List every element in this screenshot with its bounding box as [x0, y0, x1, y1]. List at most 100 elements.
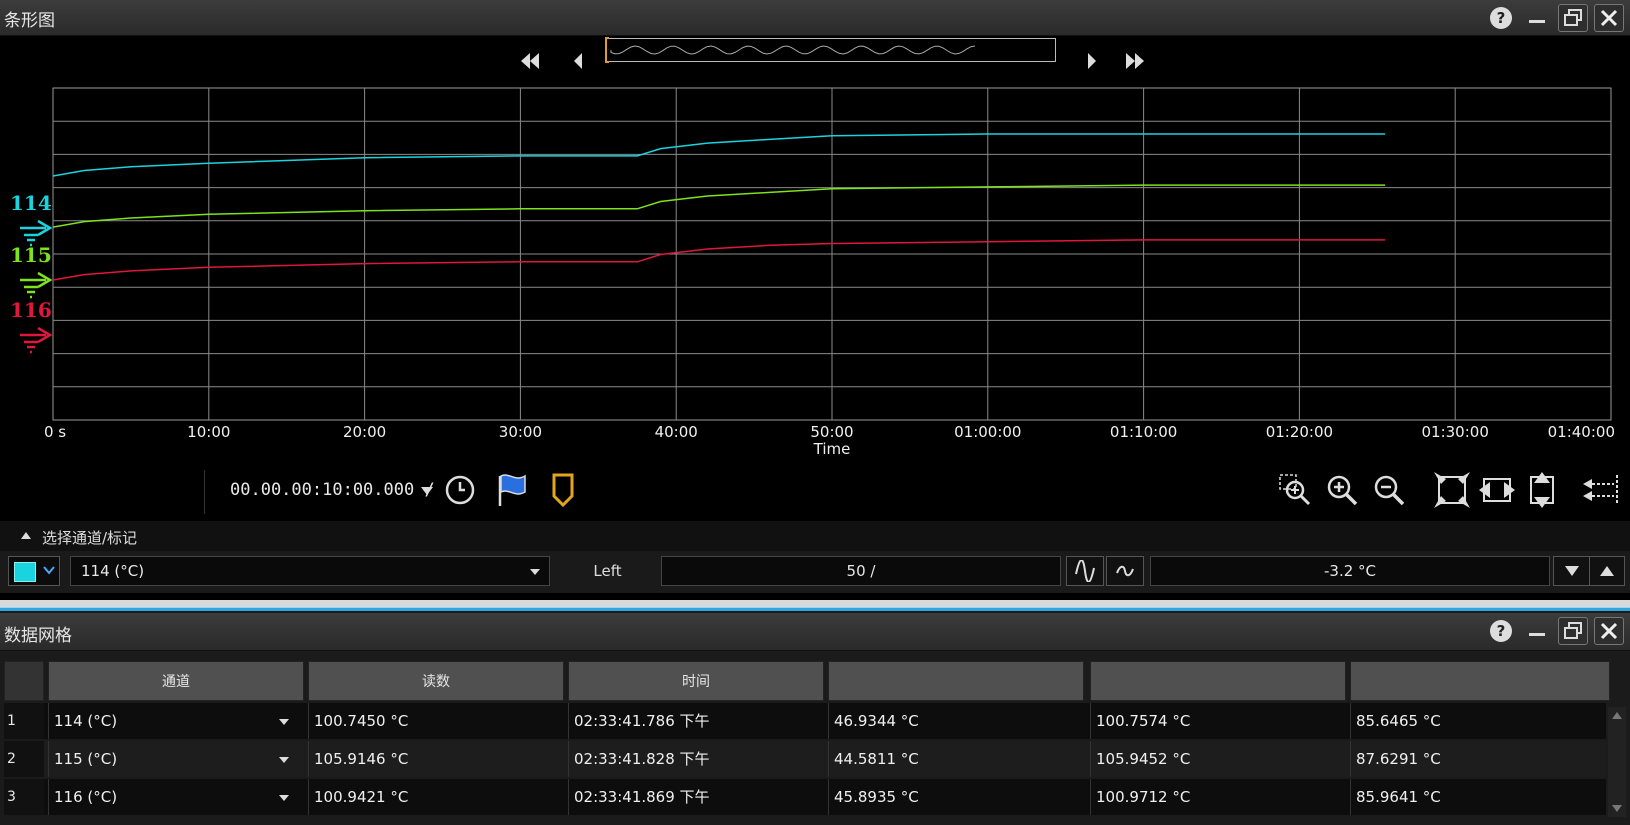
- column-header-reading[interactable]: 读数: [308, 661, 564, 701]
- cell-channel[interactable]: 114 (°C): [48, 703, 304, 739]
- zoom-region-icon: [1279, 474, 1311, 506]
- overview-waveform-icon: [610, 45, 976, 55]
- time-window-dropdown-icon[interactable]: [420, 486, 434, 496]
- move-down-button[interactable]: [1553, 556, 1591, 586]
- cell-reading: 100.7450 °C: [308, 703, 564, 739]
- column-header-6[interactable]: [1350, 661, 1610, 701]
- zoom-in-button[interactable]: [1322, 470, 1362, 510]
- bookmark-marker-icon: [552, 473, 574, 508]
- fit-all-button[interactable]: [1432, 470, 1472, 510]
- table-row[interactable]: 1 114 (°C) 100.7450 °C 02:33:41.786 下午 46.93…: [4, 703, 1606, 739]
- restore-button[interactable]: [1558, 4, 1588, 32]
- row-number-header: [4, 661, 44, 701]
- cell-text: 100.9421 °C: [314, 788, 409, 806]
- help-button[interactable]: ?: [1486, 4, 1516, 32]
- time-window-value[interactable]: 00.00.00:10:00.000 /: [230, 480, 435, 500]
- channel-label-115: 115: [10, 243, 52, 267]
- strip-chart-plot[interactable]: 0 s 10:00 20:00 30:00 40:00 50:00 01:00:00 01:1…: [0, 80, 1630, 460]
- cell-text: 85.9641 °C: [1356, 788, 1441, 806]
- scroll-left-button[interactable]: [1580, 470, 1620, 510]
- dropdown-arrow-icon: [279, 795, 289, 801]
- x-tick-label: 01:30:00: [1422, 423, 1489, 441]
- clock-icon: [445, 475, 475, 505]
- strip-chart-titlebar: 条形图 ?: [0, 0, 1630, 36]
- fit-horizontal-button[interactable]: [1477, 470, 1517, 510]
- restore-button[interactable]: [1558, 617, 1588, 645]
- cell-text: 100.7450 °C: [314, 712, 409, 730]
- data-grid-panel: 数据网格 ? 通道 读数 时间 1 114 (°C) 100.7450 °C 02:3…: [0, 611, 1630, 825]
- channel-select[interactable]: 114 (°C): [70, 556, 550, 586]
- waveform-button[interactable]: [1066, 556, 1104, 586]
- column-header-4[interactable]: [828, 661, 1084, 701]
- cell-time: 02:33:41.828 下午: [568, 741, 824, 777]
- move-up-button[interactable]: [1589, 556, 1625, 586]
- right-arrow-icon: [1088, 53, 1096, 69]
- zoom-out-button[interactable]: [1369, 470, 1409, 510]
- cell-c5: 100.7574 °C: [1090, 703, 1346, 739]
- close-button[interactable]: [1594, 617, 1624, 645]
- help-button[interactable]: ?: [1486, 617, 1516, 645]
- clock-button[interactable]: [440, 470, 480, 510]
- zoom-box-button[interactable]: [1275, 470, 1315, 510]
- cell-text: 87.6291 °C: [1356, 750, 1441, 768]
- x-tick-label: 20:00: [343, 423, 386, 441]
- cell-text: 114 (°C): [54, 712, 118, 730]
- marker-flag-button[interactable]: [492, 470, 532, 510]
- column-header-channel[interactable]: 通道: [48, 661, 304, 701]
- cell-c5: 105.9452 °C: [1090, 741, 1346, 777]
- expand-horizontal-icon: [1479, 478, 1515, 502]
- collapse-up-icon[interactable]: [20, 531, 32, 540]
- chart-toolbar: 00.00.00:10:00.000 /: [0, 462, 1630, 520]
- channel-offset-marker-icon[interactable]: [20, 219, 53, 247]
- x-tick-label: 0 s: [44, 423, 66, 441]
- offset-field[interactable]: -3.2 °C: [1150, 556, 1550, 586]
- series-line-114[interactable]: [52, 133, 1386, 177]
- column-header-5[interactable]: [1090, 661, 1346, 701]
- channel-color-picker[interactable]: [8, 556, 60, 586]
- zoom-out-icon: [1374, 475, 1405, 506]
- series-line-116[interactable]: [52, 239, 1386, 281]
- close-button[interactable]: [1594, 4, 1624, 32]
- fit-vertical-button[interactable]: [1522, 470, 1562, 510]
- restore-icon: [1564, 9, 1582, 26]
- double-right-arrow-icon: [1126, 53, 1144, 69]
- scale-field[interactable]: 50 /: [661, 556, 1061, 586]
- x-tick-label: 01:10:00: [1110, 423, 1177, 441]
- data-grid-titlebar: 数据网格 ?: [0, 613, 1630, 651]
- cursor-marker-button[interactable]: [543, 470, 583, 510]
- dropdown-arrow-icon: [279, 757, 289, 763]
- step-forward-button[interactable]: [1079, 48, 1105, 74]
- overview-scrollbar[interactable]: [605, 37, 1056, 63]
- cell-channel[interactable]: 115 (°C): [48, 741, 304, 777]
- svg-text:?: ?: [1497, 622, 1506, 640]
- cell-channel[interactable]: 116 (°C): [48, 779, 304, 815]
- jump-end-button[interactable]: [1122, 48, 1148, 74]
- minimize-button[interactable]: [1522, 4, 1552, 32]
- channel-offset-marker-icon[interactable]: [20, 326, 53, 354]
- expand-vertical-icon: [1530, 472, 1554, 508]
- overview-selection-handle[interactable]: [605, 37, 609, 63]
- dropdown-arrow-icon: [530, 569, 540, 575]
- x-tick-label: 01:00:00: [954, 423, 1021, 441]
- smoothing-button[interactable]: [1106, 556, 1144, 586]
- triangle-up-icon: [1600, 566, 1614, 576]
- column-header-time[interactable]: 时间: [568, 661, 824, 701]
- channel-offset-marker-icon[interactable]: [20, 271, 53, 299]
- row-number: 1: [4, 703, 44, 739]
- table-row[interactable]: 2 115 (°C) 105.9146 °C 02:33:41.828 下午 44.58…: [4, 741, 1606, 777]
- cell-text: 02:33:41.828 下午: [574, 750, 710, 768]
- minimize-button[interactable]: [1522, 617, 1552, 645]
- jump-start-button[interactable]: [517, 48, 543, 74]
- grid-vertical-scrollbar[interactable]: [1608, 707, 1626, 817]
- cell-c4: 45.8935 °C: [828, 779, 1084, 815]
- table-row[interactable]: 3 116 (°C) 100.9421 °C 02:33:41.869 下午 45.89…: [4, 779, 1606, 815]
- step-back-button[interactable]: [565, 48, 591, 74]
- cell-text: 02:33:41.786 下午: [574, 712, 710, 730]
- cell-c6: 87.6291 °C: [1350, 741, 1606, 777]
- cell-text: 100.9712 °C: [1096, 788, 1191, 806]
- cell-text: 116 (°C): [54, 788, 118, 806]
- cell-text: 45.8935 °C: [834, 788, 919, 806]
- channel-marker-selector-bar[interactable]: 选择通道/标记: [0, 521, 1630, 551]
- zoom-in-icon: [1327, 475, 1358, 506]
- x-tick-label: 30:00: [499, 423, 542, 441]
